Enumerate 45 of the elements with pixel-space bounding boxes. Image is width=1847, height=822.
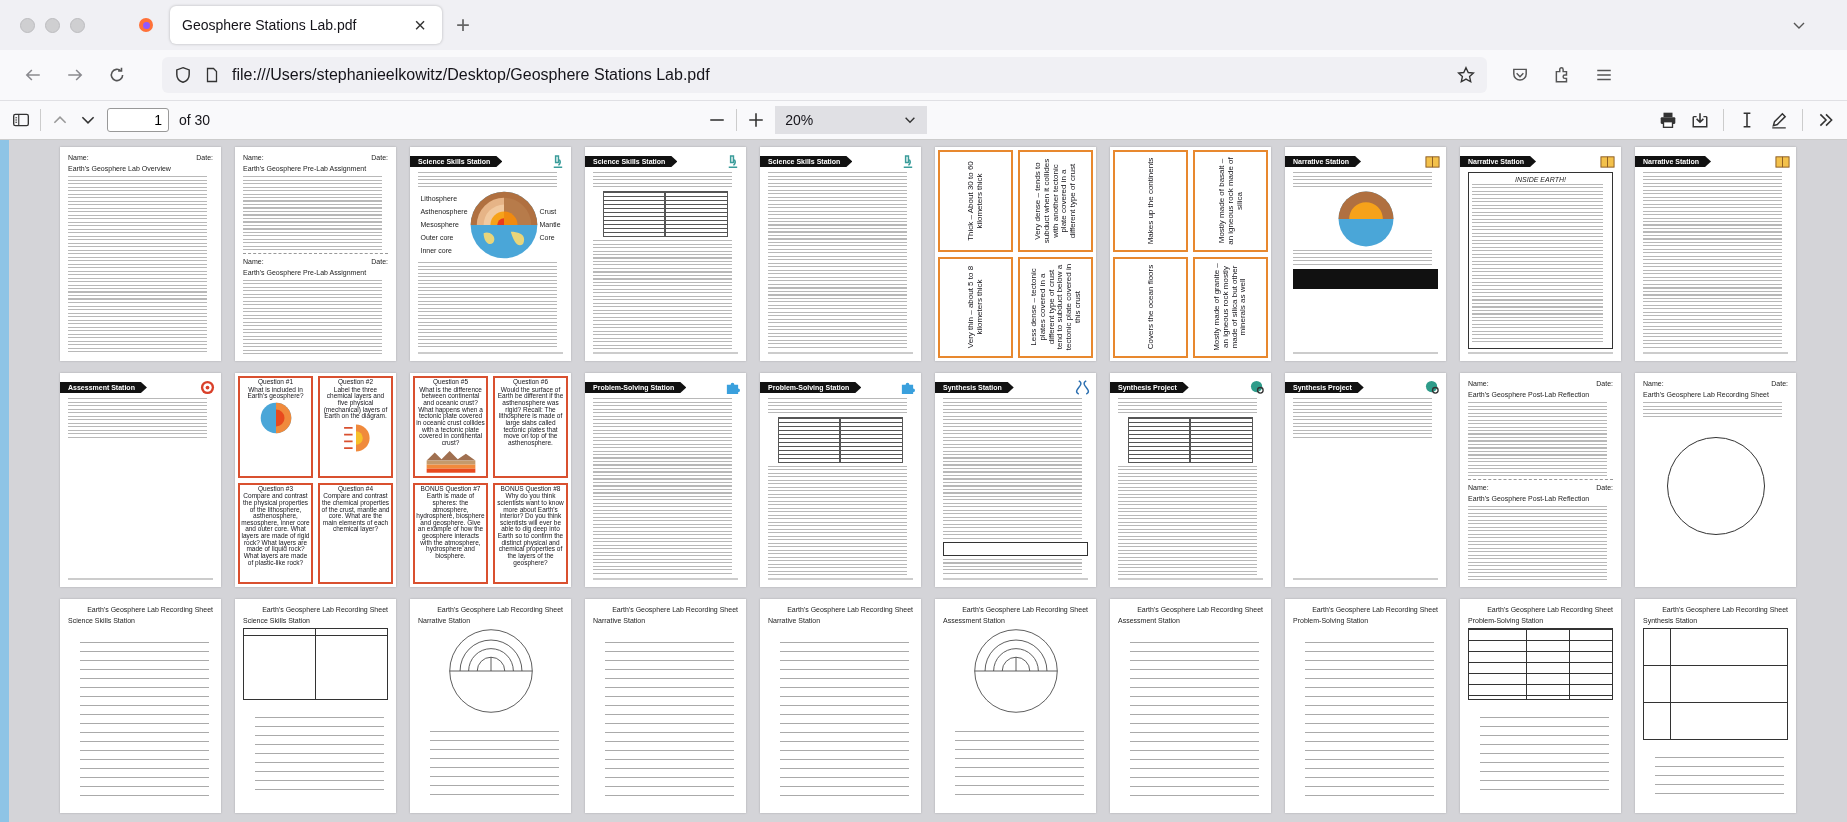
zoom-value: 20%	[785, 112, 814, 128]
page-number-field[interactable]: 1	[107, 108, 169, 132]
earth-cross-section-icon	[258, 401, 293, 436]
page-icon	[204, 67, 220, 83]
book-icon	[1600, 154, 1615, 169]
double-chevron-icon[interactable]	[1817, 111, 1835, 129]
earth-layers-drawing	[1337, 191, 1394, 247]
book-icon	[1425, 154, 1440, 169]
page-count: of 30	[179, 112, 211, 128]
card-text: Mostly made of basalt – an igneous rock made of silica	[1217, 155, 1244, 246]
puzzle-piece-icon	[725, 380, 740, 395]
globe-icon	[1425, 380, 1440, 395]
puzzle-piece-icon	[900, 380, 915, 395]
dna-icon	[1075, 380, 1090, 395]
print-icon[interactable]	[1659, 111, 1677, 129]
star-icon[interactable]	[1457, 66, 1475, 84]
tab-title: Geosphere Stations Lab.pdf	[182, 17, 357, 33]
pdf-page-thumbnail[interactable]	[410, 373, 571, 587]
new-tab-button[interactable]: +	[450, 11, 476, 39]
card-text: Very thin – about 5 to 8 kilometers thick	[966, 265, 985, 351]
pdf-page-thumbnail[interactable]	[935, 147, 1096, 361]
shield-icon[interactable]	[174, 66, 192, 84]
globe-icon	[1250, 380, 1265, 395]
card-text: Makes up the continents	[1146, 156, 1155, 246]
card-text: Less dense – tectonic plates covered in a different type of crust tend to subduct below a tectonic plate covered in this crust	[1029, 263, 1082, 353]
card-text: Covers the ocean floors	[1146, 264, 1155, 352]
target-icon	[200, 380, 215, 395]
zoom-dropdown[interactable]: 20%	[775, 106, 928, 134]
browser-logo-icon	[138, 17, 154, 33]
address-bar[interactable]: file:///Users/stephanieelkowitz/Desktop/Geosphere Stations Lab.pdf	[162, 57, 1487, 93]
pen-icon[interactable]	[1770, 111, 1788, 129]
book-icon	[1775, 154, 1790, 169]
pocket-icon[interactable]	[1511, 66, 1529, 84]
save-icon[interactable]	[1691, 111, 1709, 129]
card-text: Mostly made of granite – an igneous rock mostly made of silica but other minerals as well	[1212, 262, 1249, 353]
earth-layers-drawing	[469, 191, 538, 259]
card-text: Very dense – tends to subduct when it collides with another tectonic plate covered in a different type of crust	[1033, 157, 1078, 245]
sidebar-toggle-icon[interactable]	[12, 111, 30, 129]
browser-tab[interactable]: Geosphere Stations Lab.pdf ×	[170, 6, 442, 44]
close-tab-button[interactable]: ×	[408, 13, 432, 37]
reload-icon[interactable]	[108, 66, 126, 84]
zoom-in-icon[interactable]	[747, 111, 766, 129]
url-text: file:///Users/stephanieelkowitz/Desktop/Geosphere Stations Lab.pdf	[232, 66, 710, 84]
pdf-page-thumbnail[interactable]	[235, 373, 396, 587]
card-text: Thick – About 30 to 60 kilometers thick	[966, 159, 985, 243]
